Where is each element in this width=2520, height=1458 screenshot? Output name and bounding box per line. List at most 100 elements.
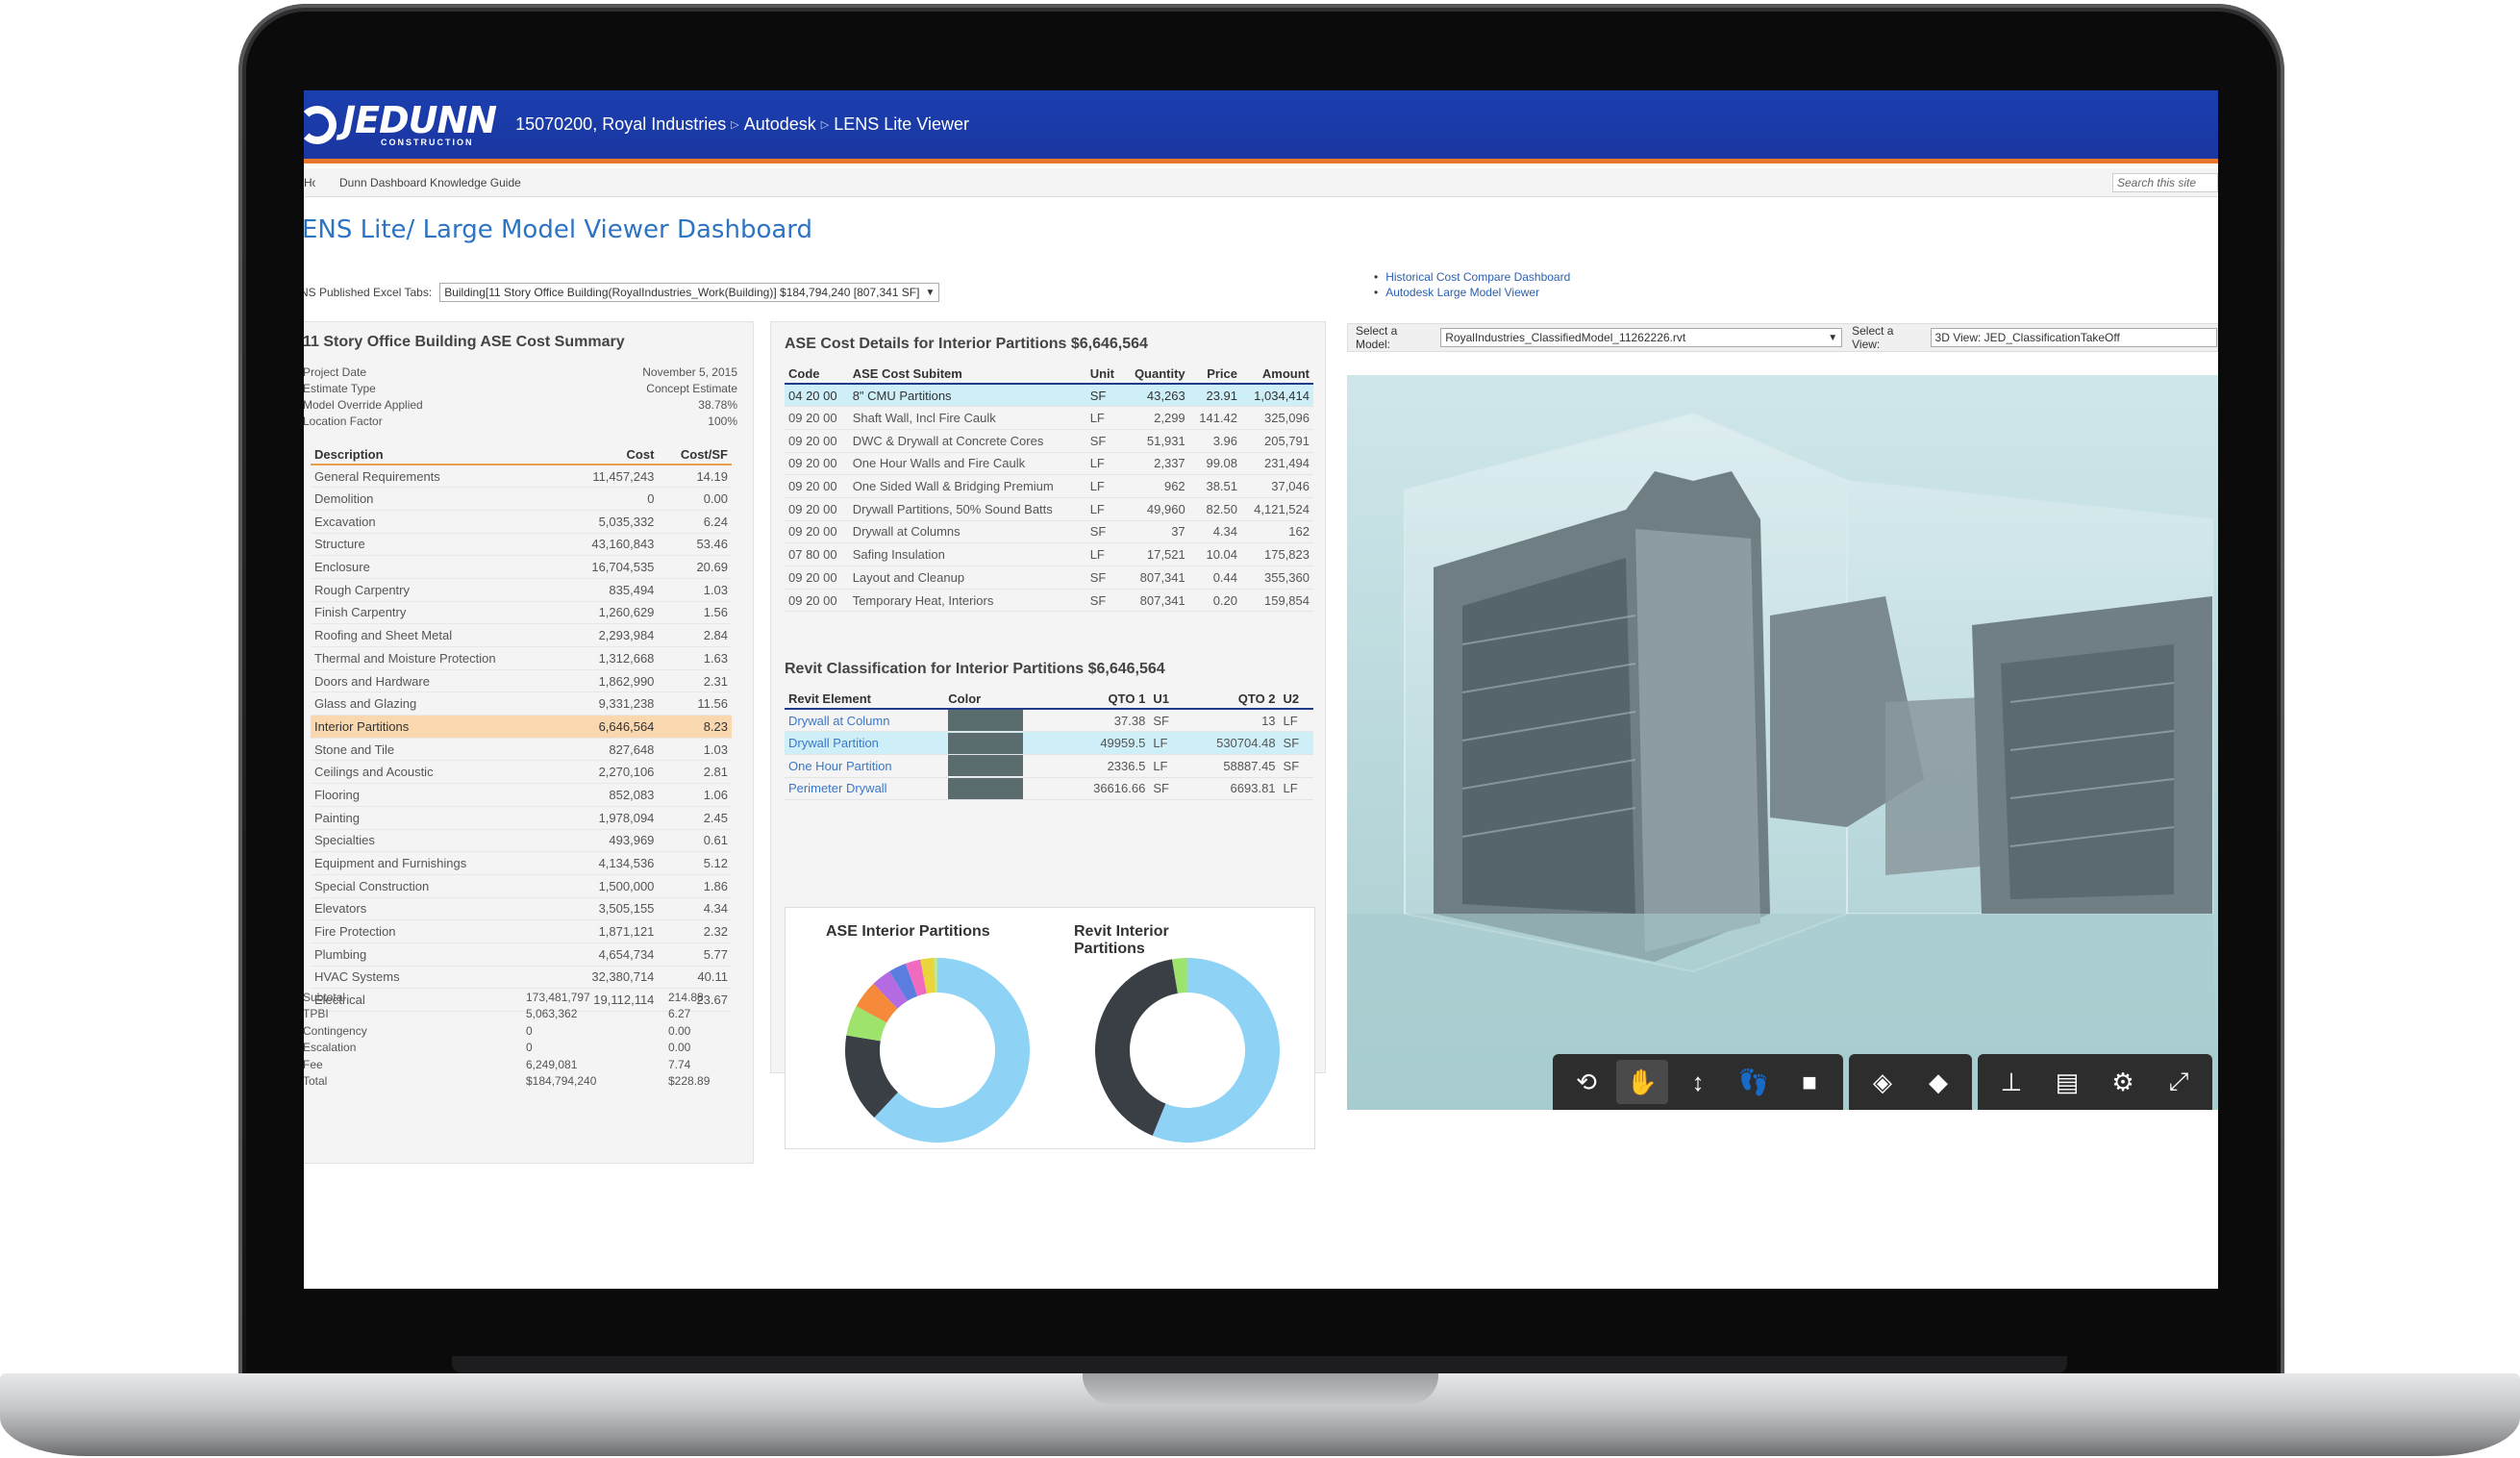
ase-row[interactable]: 09 20 00 One Sided Wall & Bridging Premiu… (785, 474, 1313, 498)
revit-title: Revit Classification for Interior Partit… (785, 661, 1165, 677)
col-revit-element: Revit Element (785, 690, 945, 710)
properties-icon[interactable]: ▤ (2041, 1060, 2093, 1104)
model-select[interactable]: RoyalIndustries_ClassifiedModel_11262226… (1440, 328, 1843, 347)
fullscreen-icon[interactable]: ⤢ (2153, 1060, 2205, 1104)
view-select-value: 3D View: JED_ClassificationTakeOff (1934, 331, 2120, 344)
breadcrumb-viewer[interactable]: LENS Lite Viewer (834, 114, 969, 135)
nav-home[interactable]: Home (304, 176, 315, 189)
project-info-row: Estimate Type Concept Estimate (304, 381, 737, 397)
ase-cell: 141.42 (1188, 406, 1242, 430)
ase-cell: Safing Insulation (848, 542, 1086, 566)
revit-row[interactable]: Drywall at Column 37.38 SF 13 LF (785, 709, 1313, 733)
cost-row[interactable]: Plumbing 4,654,734 5.77 (311, 943, 732, 967)
cost-row[interactable]: Structure 43,160,843 53.46 (311, 533, 732, 557)
page-title: ENS Lite/ Large Model Viewer Dashboard (304, 215, 813, 244)
view-select[interactable]: 3D View: JED_ClassificationTakeOff (1930, 328, 2217, 347)
cost-cell-desc: Glass and Glazing (311, 691, 564, 716)
search-input[interactable]: Search this site (2112, 173, 2218, 192)
revit-cell[interactable]: Drywall Partition (785, 731, 945, 755)
ase-cell: 37,046 (1241, 474, 1313, 498)
cost-row[interactable]: Painting 1,978,094 2.45 (311, 806, 732, 830)
revit-row[interactable]: Drywall Partition 49959.5 LF 530704.48 SF (785, 731, 1313, 755)
cost-row[interactable]: Special Construction 1,500,000 1.86 (311, 874, 732, 898)
zoom-icon[interactable]: ↕ (1672, 1060, 1724, 1104)
cost-row[interactable]: Flooring 852,083 1.06 (311, 783, 732, 807)
ase-row[interactable]: 04 20 00 8" CMU Partitions SF 43,263 23.91 1,… (785, 384, 1313, 408)
ase-row[interactable]: 09 20 00 One Hour Walls and Fire Caulk LF 2… (785, 452, 1313, 476)
ase-row[interactable]: 09 20 00 Drywall Partitions, 50% Sound Ba… (785, 497, 1313, 521)
explode-icon[interactable]: ◈ (1857, 1060, 1909, 1104)
cost-row[interactable]: Roofing and Sheet Metal 2,293,984 2.84 (311, 623, 732, 647)
cost-row[interactable]: Glass and Glazing 9,331,238 11.56 (311, 691, 732, 716)
color-swatch (948, 755, 1024, 777)
cost-row[interactable]: Excavation 5,035,332 6.24 (311, 510, 732, 534)
ase-row[interactable]: 07 80 00 Safing Insulation LF 17,521 10.04 17… (785, 542, 1313, 566)
cost-row[interactable]: Demolition 0 0.00 (311, 487, 732, 511)
cost-cell-desc: Plumbing (311, 943, 564, 967)
ase-cell: SF (1085, 589, 1123, 613)
cost-cell-desc: Finish Carpentry (311, 601, 564, 625)
ase-row[interactable]: 09 20 00 DWC & Drywall at Concrete Cores S… (785, 429, 1313, 453)
cost-row[interactable]: Ceilings and Acoustic 2,270,106 2.81 (311, 760, 732, 785)
cost-row[interactable]: Doors and Hardware 1,862,990 2.31 (311, 669, 732, 693)
revit-row[interactable]: One Hour Partition 2336.5 LF 58887.45 SF (785, 754, 1313, 778)
revit-color-cell (944, 754, 1063, 778)
cost-cell-desc: Special Construction (311, 874, 564, 898)
cost-row[interactable]: General Requirements 11,457,243 14.19 (311, 465, 732, 489)
cost-cell-cost: 1,862,990 (563, 669, 659, 693)
cost-summary-panel: 11 Story Office Building ASE Cost Summar… (304, 321, 754, 1164)
revit-cell: 13 (1183, 709, 1280, 733)
ase-cell: 807,341 (1122, 589, 1189, 613)
cost-row[interactable]: Rough Carpentry 835,494 1.03 (311, 578, 732, 602)
excel-tab-select[interactable]: Building[11 Story Office Building(RoyalI… (439, 283, 940, 302)
col-cost-sf: Cost/SF (658, 445, 732, 465)
cost-cell-cost-sf: 2.45 (658, 806, 732, 830)
revit-cell[interactable]: One Hour Partition (785, 754, 945, 778)
model-browser-icon[interactable]: ⊥ (1985, 1060, 2037, 1104)
3d-model-viewer[interactable]: ⟲ ✋ ↕ 👣 ■ ◈ ◆ ⊥ ▤ ⚙ ⤢ (1347, 375, 2218, 1110)
breadcrumb-project[interactable]: 15070200, Royal Industries (515, 114, 726, 135)
cost-row[interactable]: Finish Carpentry 1,260,629 1.56 (311, 601, 732, 625)
link-large-model-viewer[interactable]: Autodesk Large Model Viewer (1374, 285, 1570, 300)
cost-row[interactable]: Elevators 3,505,155 4.34 (311, 897, 732, 921)
ase-row[interactable]: 09 20 00 Shaft Wall, Incl Fire Caulk LF 2,2… (785, 406, 1313, 430)
revit-cell: SF (1149, 777, 1184, 801)
company-logo[interactable]: JEDUNN CONSTRUCTION (304, 102, 497, 147)
orbit-icon[interactable]: ⟲ (1560, 1060, 1612, 1104)
ase-cell: LF (1085, 406, 1123, 430)
revit-cell: SF (1279, 731, 1313, 755)
ase-cell: 23.91 (1188, 384, 1242, 408)
cost-row[interactable]: Fire Protection 1,871,121 2.32 (311, 919, 732, 943)
ase-row[interactable]: 09 20 00 Temporary Heat, Interiors SF 807,3… (785, 589, 1313, 613)
revit-cell[interactable]: Drywall at Column (785, 709, 945, 733)
total-cell: 6,249,081 (526, 1057, 578, 1071)
cost-row[interactable]: Stone and Tile 827,648 1.03 (311, 738, 732, 762)
excel-tab-value: Building[11 Story Office Building(RoyalI… (444, 286, 920, 299)
cost-cell-cost: 827,648 (563, 738, 659, 762)
breadcrumb-separator-icon: ▷ (820, 119, 830, 131)
ase-row[interactable]: 09 20 00 Layout and Cleanup SF 807,341 0.44 3… (785, 566, 1313, 590)
ase-cell: Shaft Wall, Incl Fire Caulk (848, 406, 1086, 430)
cost-row[interactable]: Specialties 493,969 0.61 (311, 829, 732, 853)
ase-cell: 43,263 (1122, 384, 1189, 408)
ase-row[interactable]: 09 20 00 Drywall at Columns SF 37 4.34 162 (785, 520, 1313, 544)
pan-icon[interactable]: ✋ (1616, 1060, 1668, 1104)
section-icon[interactable]: ◆ (1912, 1060, 1964, 1104)
revit-cell[interactable]: Perimeter Drywall (785, 777, 945, 801)
cost-row[interactable]: HVAC Systems 32,380,714 40.11 (311, 966, 732, 990)
first-person-icon[interactable]: 👣 (1728, 1060, 1780, 1104)
project-info-key: Model Override Applied (304, 398, 423, 412)
revit-row[interactable]: Perimeter Drywall 36616.66 SF 6693.81 LF (785, 777, 1313, 801)
ase-cell: 231,494 (1241, 452, 1313, 476)
settings-icon[interactable]: ⚙ (2097, 1060, 2149, 1104)
cost-cell-cost-sf: 0.00 (658, 487, 732, 511)
cost-row[interactable]: Interior Partitions 6,646,564 8.23 (311, 715, 732, 739)
nav-knowledge-guide[interactable]: Dunn Dashboard Knowledge Guide (339, 176, 521, 189)
camera-icon[interactable]: ■ (1784, 1060, 1835, 1104)
cost-row[interactable]: Enclosure 16,704,535 20.69 (311, 555, 732, 579)
cost-row[interactable]: Equipment and Furnishings 4,134,536 5.12 (311, 851, 732, 875)
link-historical-cost[interactable]: Historical Cost Compare Dashboard (1374, 269, 1570, 285)
cost-summary-title: 11 Story Office Building ASE Cost Summar… (304, 334, 625, 350)
breadcrumb-autodesk[interactable]: Autodesk (744, 114, 816, 135)
cost-row[interactable]: Thermal and Moisture Protection 1,312,668… (311, 646, 732, 670)
